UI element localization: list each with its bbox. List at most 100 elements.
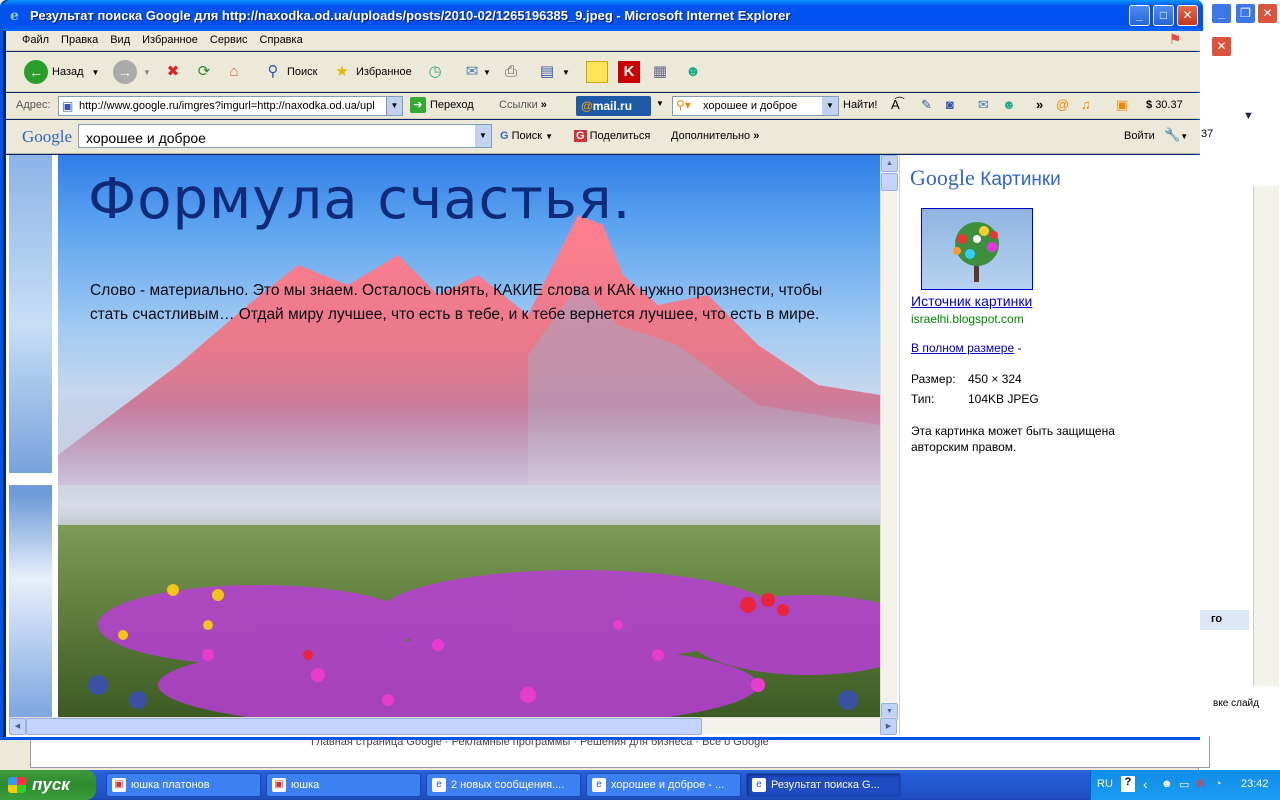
task-item-3[interactable]: e 2 новых сообщения.... (426, 773, 581, 797)
forward-dropdown-icon[interactable]: ▼ (143, 68, 151, 77)
mailru-find-button[interactable]: Найти! (843, 99, 877, 111)
google-images-logo[interactable]: Google Картинки (910, 165, 1061, 191)
font-icon[interactable]: A͡ (891, 97, 900, 112)
print-button[interactable]: ⎙ (500, 58, 522, 86)
research-button[interactable]: ▦ (649, 58, 671, 86)
scroll-left-icon[interactable]: ◀ (9, 718, 26, 735)
vertical-scroll-thumb[interactable] (881, 173, 898, 191)
start-label: пуск (32, 775, 70, 794)
task-item-5[interactable]: e Результат поиска G... (746, 773, 901, 797)
edit-dropdown-icon[interactable]: ▼ (562, 68, 570, 77)
highlight-icon[interactable]: ✎ (921, 97, 932, 113)
bg-dropdown-icon[interactable]: ▼ (1243, 110, 1254, 122)
start-button[interactable]: пуск (0, 770, 96, 800)
home-button[interactable]: ⌂ (223, 58, 245, 86)
agent-icon[interactable]: ☻ (1002, 97, 1016, 112)
bookmark-icon[interactable]: ▣ (1116, 97, 1128, 113)
google-search-input[interactable]: хорошее и доброе ▼ (78, 124, 492, 148)
mailru-logo[interactable]: @mail.ru (576, 96, 651, 116)
music-icon[interactable]: ♫ (1081, 97, 1091, 112)
type-row: Тип: 104KB JPEG (911, 392, 1039, 406)
login-button[interactable]: Войти (1124, 130, 1155, 142)
forward-arrow-icon: → (113, 60, 137, 84)
mailru-small-icon[interactable]: @ (1056, 97, 1069, 112)
kaspersky-tray-icon[interactable]: K (1197, 778, 1205, 790)
forward-button[interactable]: → ▼ (113, 58, 151, 86)
kaspersky-button[interactable]: K (618, 58, 640, 86)
mailru-search-input[interactable]: ⚲▾ хорошее и доброе ▼ (672, 96, 839, 116)
task-item-2[interactable]: ▣ юшка (266, 773, 421, 797)
bg-close-inner-button[interactable]: ✕ (1211, 36, 1232, 57)
background-window-bottom: Главная страница Google · Рекламные прог… (30, 736, 1210, 768)
menu-favorites[interactable]: Избранное (136, 31, 204, 49)
messenger-tray-icon[interactable]: ☻ (1161, 778, 1173, 790)
search-button[interactable]: ⚲ Поиск (262, 58, 318, 86)
image-caption: Слово - материально. Это мы знаем. Остал… (90, 282, 823, 323)
bg-scrollbar[interactable] (1253, 186, 1279, 686)
clock[interactable]: 23:42 (1241, 778, 1269, 790)
google-search-button[interactable]: G Поиск ▼ (500, 130, 553, 142)
bg-minimize-button[interactable]: _ (1211, 3, 1232, 24)
bg-close-button[interactable]: ✕ (1257, 3, 1278, 24)
back-dropdown-icon[interactable]: ▼ (92, 68, 100, 77)
menu-file[interactable]: Файл (16, 31, 55, 49)
full-size-link[interactable]: В полном размере (911, 341, 1014, 355)
menu-tools[interactable]: Сервис (204, 31, 254, 49)
task-label-4: хорошее и доброе - ... (611, 779, 725, 791)
frame-vertical-scrollbar[interactable]: ▲ ▼ (880, 155, 898, 720)
scroll-up-icon[interactable]: ▲ (881, 155, 898, 172)
full-image[interactable]: Формула счастья. Слово - материально. Эт… (58, 155, 880, 720)
bg-restore-button[interactable]: ❐ (1235, 3, 1256, 24)
mail-dropdown-icon[interactable]: ▼ (483, 68, 491, 77)
history-button[interactable]: ◷ (424, 58, 446, 86)
ie-logo-icon: e (10, 8, 19, 24)
camera-icon[interactable]: ◙ (946, 97, 954, 112)
envelope-icon[interactable]: ✉ (978, 97, 989, 113)
edit-button[interactable]: ▤ ▼ (536, 58, 570, 86)
google-toolbar-logo[interactable]: Google (22, 127, 72, 147)
more-chevron-icon[interactable]: » (1036, 97, 1043, 112)
window-title: Результат поиска Google для http://naxod… (30, 8, 791, 23)
menu-help[interactable]: Справка (254, 31, 309, 49)
wifi-icon[interactable]: ◔ (1215, 778, 1222, 790)
google-query-dropdown-icon[interactable]: ▼ (475, 125, 491, 147)
page-icon: ▣ (62, 99, 74, 113)
wrench-icon[interactable]: 🔧▼ (1164, 127, 1188, 143)
go-button[interactable]: ➔ Переход (410, 97, 474, 113)
mailru-dropdown-icon[interactable]: ▼ (656, 99, 664, 108)
currency-rate[interactable]: $ 30.37 (1146, 99, 1183, 111)
share-button[interactable]: G Поделиться (574, 130, 650, 142)
refresh-button[interactable]: ⟳ (193, 58, 215, 86)
back-button[interactable]: ← Назад ▼ (24, 58, 99, 86)
task-item-4[interactable]: e хорошее и доброе - ... (586, 773, 741, 797)
help-icon[interactable]: ? (1121, 776, 1135, 792)
image-thumbnail[interactable] (921, 208, 1033, 290)
frame-horizontal-scrollbar[interactable]: ◀ ▶ (9, 717, 897, 735)
scroll-right-icon[interactable]: ▶ (880, 718, 897, 735)
network-icon[interactable]: ▭ (1179, 778, 1189, 791)
links-button[interactable]: Ссылки » (499, 99, 547, 111)
close-button[interactable]: ✕ (1177, 5, 1198, 26)
language-indicator[interactable]: RU (1097, 778, 1113, 790)
more-button[interactable]: Дополнительно » (671, 130, 759, 142)
task-item-1[interactable]: ▣ юшка платонов (106, 773, 261, 797)
favorites-button[interactable]: ★ Избранное (331, 58, 411, 86)
title-bar[interactable]: e Результат поиска Google для http://nax… (3, 0, 1203, 31)
notes-button[interactable] (586, 58, 608, 86)
source-link[interactable]: Источник картинки (911, 293, 1032, 309)
share-label: Поделиться (589, 130, 651, 142)
mail-button[interactable]: ✉ ▼ (461, 58, 491, 86)
minimize-button[interactable]: _ (1129, 5, 1150, 26)
menu-edit[interactable]: Правка (55, 31, 104, 49)
mailru-text: mail.ru (592, 99, 633, 113)
messenger-button[interactable]: ☻ (682, 58, 704, 86)
back-label: Назад (52, 66, 84, 78)
menu-view[interactable]: Вид (104, 31, 136, 49)
maximize-button[interactable]: □ (1153, 5, 1174, 26)
address-dropdown-icon[interactable]: ▼ (386, 97, 402, 115)
chevron-left-icon[interactable]: ‹ (1143, 776, 1148, 792)
mailru-query-dropdown-icon[interactable]: ▼ (822, 97, 838, 115)
stop-button[interactable]: ✖ (162, 58, 184, 86)
horizontal-scroll-thumb[interactable] (26, 718, 702, 735)
address-input[interactable]: ▣ http://www.google.ru/imgres?imgurl=htt… (58, 96, 403, 116)
